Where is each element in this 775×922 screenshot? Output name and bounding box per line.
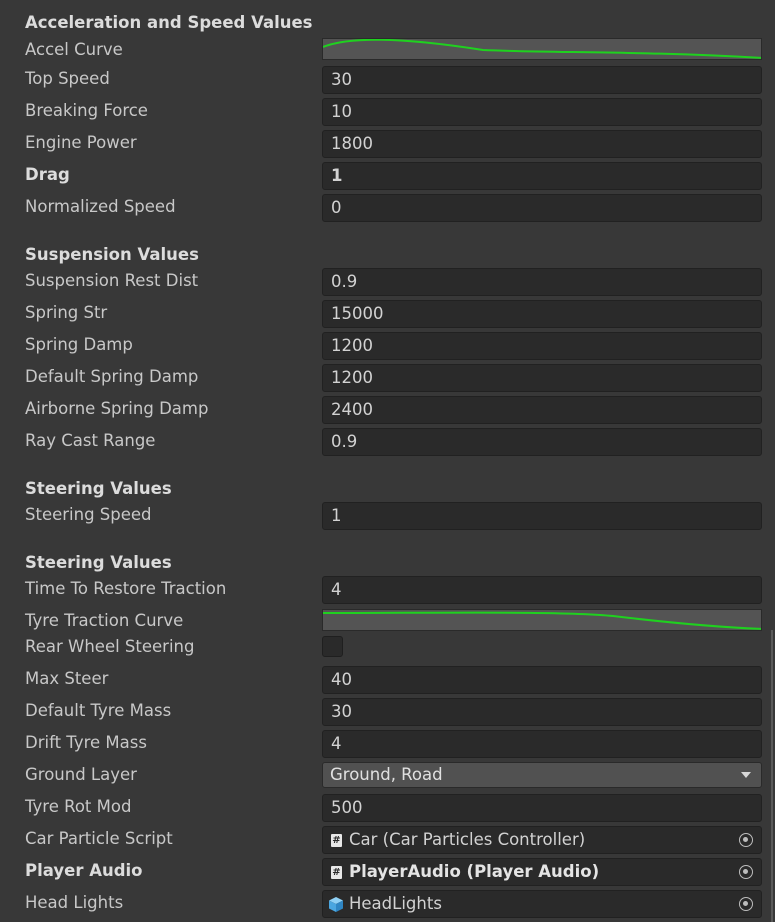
- engine-power-label: Engine Power: [25, 133, 137, 152]
- normalized-speed-label: Normalized Speed: [25, 197, 176, 216]
- dropdown-arrow-icon: [741, 772, 751, 778]
- spring-str-input[interactable]: 15000: [322, 300, 762, 328]
- object-picker-icon[interactable]: [739, 865, 753, 879]
- car-particle-script-value: Car (Car Particles Controller): [349, 830, 586, 849]
- time-to-restore-traction-input[interactable]: 4: [322, 576, 762, 604]
- object-picker-icon[interactable]: [739, 833, 753, 847]
- cube-icon: [329, 897, 343, 912]
- ray-cast-range-label: Ray Cast Range: [25, 431, 156, 450]
- accel-curve-graph: [323, 39, 761, 59]
- top-speed-input[interactable]: 30: [322, 66, 762, 94]
- object-picker-icon[interactable]: [739, 897, 753, 911]
- spring-damp-input[interactable]: 1200: [322, 332, 762, 360]
- drag-label: Drag: [25, 165, 70, 184]
- steering-speed-label: Steering Speed: [25, 505, 152, 524]
- tyre-traction-curve-graph: [323, 611, 761, 630]
- max-steer-input[interactable]: 40: [322, 666, 762, 694]
- default-spring-damp-input[interactable]: 1200: [322, 364, 762, 392]
- player-audio-value: PlayerAudio (Player Audio): [349, 862, 600, 881]
- inspector-panel: Acceleration and Speed Values Accel Curv…: [0, 0, 775, 922]
- section-header-suspension: Suspension Values: [25, 245, 199, 264]
- drag-input[interactable]: 1: [322, 162, 762, 190]
- drift-tyre-mass-input[interactable]: 4: [322, 730, 762, 758]
- head-lights-value: HeadLights: [349, 894, 442, 913]
- car-particle-script-field[interactable]: # Car (Car Particles Controller): [322, 826, 762, 854]
- default-tyre-mass-label: Default Tyre Mass: [25, 701, 172, 720]
- ray-cast-range-input[interactable]: 0.9: [322, 428, 762, 456]
- breaking-force-label: Breaking Force: [25, 101, 148, 120]
- scrollbar[interactable]: [771, 630, 773, 922]
- section-header-steering-traction: Steering Values: [25, 553, 172, 572]
- head-lights-label: Head Lights: [25, 893, 124, 912]
- tyre-traction-curve-label: Tyre Traction Curve: [25, 611, 184, 630]
- spring-damp-label: Spring Damp: [25, 335, 133, 354]
- drift-tyre-mass-label: Drift Tyre Mass: [25, 733, 147, 752]
- section-header-steering: Steering Values: [25, 479, 172, 498]
- time-to-restore-traction-label: Time To Restore Traction: [25, 579, 227, 598]
- rear-wheel-steering-checkbox[interactable]: [322, 636, 343, 657]
- head-lights-field[interactable]: HeadLights: [322, 890, 762, 918]
- section-header-acceleration: Acceleration and Speed Values: [25, 13, 313, 32]
- ground-layer-value: Ground, Road: [330, 765, 443, 784]
- default-tyre-mass-input[interactable]: 30: [322, 698, 762, 726]
- accel-curve-label: Accel Curve: [25, 40, 123, 59]
- airborne-spring-damp-label: Airborne Spring Damp: [25, 399, 209, 418]
- tyre-rot-mod-input[interactable]: 500: [322, 794, 762, 822]
- normalized-speed-input[interactable]: 0: [322, 194, 762, 222]
- engine-power-input[interactable]: 1800: [322, 130, 762, 158]
- ground-layer-dropdown[interactable]: Ground, Road: [322, 762, 762, 788]
- suspension-rest-dist-input[interactable]: 0.9: [322, 268, 762, 296]
- tyre-rot-mod-label: Tyre Rot Mod: [25, 797, 132, 816]
- suspension-rest-dist-label: Suspension Rest Dist: [25, 271, 199, 290]
- steering-speed-input[interactable]: 1: [322, 502, 762, 530]
- script-icon: #: [331, 866, 342, 879]
- ground-layer-label: Ground Layer: [25, 765, 137, 784]
- script-icon: #: [331, 834, 342, 847]
- breaking-force-input[interactable]: 10: [322, 98, 762, 126]
- player-audio-field[interactable]: # PlayerAudio (Player Audio): [322, 858, 762, 886]
- top-speed-label: Top Speed: [25, 69, 110, 88]
- default-spring-damp-label: Default Spring Damp: [25, 367, 199, 386]
- rear-wheel-steering-label: Rear Wheel Steering: [25, 637, 195, 656]
- airborne-spring-damp-input[interactable]: 2400: [322, 396, 762, 424]
- car-particle-script-label: Car Particle Script: [25, 829, 173, 848]
- spring-str-label: Spring Str: [25, 303, 108, 322]
- player-audio-label: Player Audio: [25, 861, 143, 880]
- accel-curve-field[interactable]: [322, 38, 762, 60]
- tyre-traction-curve-field[interactable]: [322, 609, 762, 631]
- max-steer-label: Max Steer: [25, 669, 109, 688]
